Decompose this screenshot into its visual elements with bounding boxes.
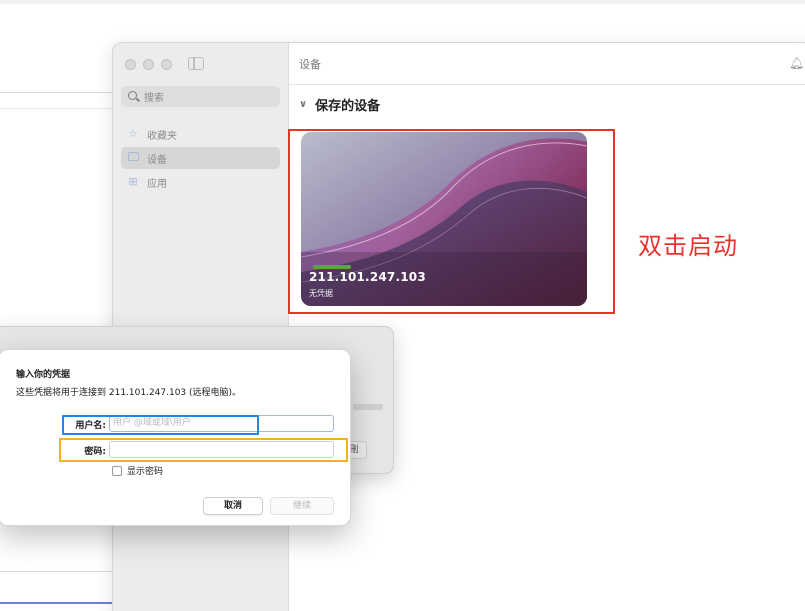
page-title: 设备 (299, 57, 321, 71)
dialog-description: 这些凭据将用于连接到 211.101.247.103 (远程电脑)。 (16, 388, 242, 398)
window-controls (125, 59, 172, 70)
checkbox-box[interactable] (112, 465, 122, 476)
star-icon: ☆ (128, 127, 138, 140)
sidebar-nav: ☆ 收藏夹 设备 ⊞ 应用 (121, 123, 280, 195)
search-field[interactable]: 搜索 (121, 86, 280, 107)
background-accent-line (0, 602, 112, 604)
sidebar-toggle-icon[interactable] (188, 57, 204, 70)
dialog-title: 输入你的凭据 (16, 370, 71, 380)
search-icon (127, 90, 141, 104)
sidebar-item-apps[interactable]: ⊞ 应用 (121, 171, 280, 193)
close-window-button[interactable] (125, 59, 136, 70)
show-password-label: 显示密码 (127, 467, 164, 477)
cancel-button[interactable]: 取消 (203, 497, 263, 515)
background-divider (0, 571, 112, 572)
content-header: 设备 (289, 43, 805, 85)
username-field-highlight (62, 415, 259, 435)
background-divider (0, 108, 112, 109)
background-strip (0, 0, 805, 4)
monitor-icon (127, 152, 139, 164)
minimize-window-button[interactable] (143, 59, 154, 70)
chevron-down-icon: ∨ (299, 99, 308, 110)
sidebar-item-label: 收藏夹 (147, 130, 177, 142)
double-click-annotation: 双击启动 (638, 232, 738, 260)
device-card-highlight (288, 129, 615, 314)
sidebar-item-label: 应用 (147, 178, 167, 190)
continue-button[interactable]: 继续 (270, 497, 334, 515)
background-divider (0, 92, 112, 93)
bell-icon[interactable]: 🔔︎ (789, 56, 804, 70)
search-placeholder: 搜索 (144, 93, 164, 104)
zoom-window-button[interactable] (161, 59, 172, 70)
saved-devices-section-header[interactable]: ∨ 保存的设备 (299, 95, 380, 114)
sidebar-item-favorites[interactable]: ☆ 收藏夹 (121, 123, 280, 145)
password-field-highlight (59, 438, 348, 462)
show-password-checkbox[interactable]: 显示密码 (112, 464, 163, 477)
background-dialog-bar (353, 404, 383, 410)
section-title: 保存的设备 (315, 99, 381, 114)
sidebar-item-label: 设备 (147, 154, 167, 166)
grid-icon: ⊞ (128, 175, 138, 188)
screen: 搜索 ☆ 收藏夹 设备 ⊞ 应用 设备 🔔︎ ∨ 保存的设备 211.101.2… (0, 0, 805, 611)
sidebar-item-devices[interactable]: 设备 (121, 147, 280, 169)
